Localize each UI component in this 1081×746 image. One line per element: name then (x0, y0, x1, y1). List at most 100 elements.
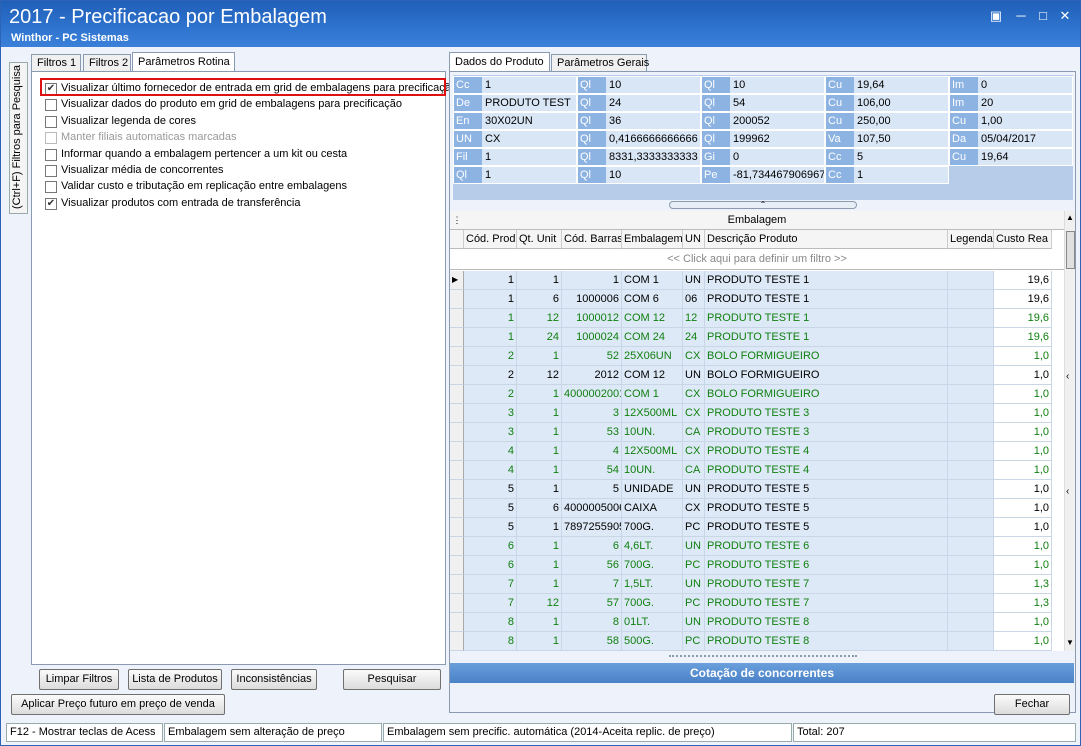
table-cell[interactable]: PRODUTO TESTE 7 (705, 575, 948, 594)
table-cell[interactable]: CX (683, 499, 705, 518)
table-cell[interactable]: PRODUTO TESTE 6 (705, 537, 948, 556)
table-cell[interactable]: COM 24 (622, 328, 683, 347)
table-cell[interactable] (948, 537, 994, 556)
table-cell[interactable]: 1,0 (994, 404, 1052, 423)
checkbox-box[interactable] (45, 132, 57, 145)
table-cell[interactable]: COM 1 (622, 271, 683, 290)
table-cell[interactable]: 1,0 (994, 499, 1052, 518)
table-cell[interactable] (948, 328, 994, 347)
table-cell[interactable]: 6 (464, 556, 517, 575)
table-row[interactable]: 8 1 8 01LT. UN PRODUTO TESTE 8 1,0 (450, 613, 1064, 632)
table-cell[interactable]: COM 12 (622, 309, 683, 328)
table-cell[interactable]: 12X500ML (622, 442, 683, 461)
table-cell[interactable]: 2012 (562, 366, 622, 385)
aplicar-preco-button[interactable]: Aplicar Preço futuro em preço de venda (11, 694, 225, 715)
table-cell[interactable]: PC (683, 632, 705, 651)
table-cell[interactable]: PRODUTO TESTE 1 (705, 309, 948, 328)
table-cell[interactable]: 1 (517, 404, 562, 423)
table-row[interactable]: 1 12 1000012 COM 12 12 PRODUTO TESTE 1 19,6 (450, 309, 1064, 328)
table-cell[interactable]: 1,5LT. (622, 575, 683, 594)
grid-vertical-scrollbar[interactable]: ▲ ▼ (1064, 211, 1075, 651)
table-cell[interactable]: UN (683, 271, 705, 290)
tab-parametros-rotina[interactable]: Parâmetros Rotina (132, 52, 235, 72)
splitter-bottom[interactable] (669, 655, 857, 660)
table-cell[interactable] (948, 632, 994, 651)
collapse-left-icon[interactable]: ‹ (1066, 371, 1069, 382)
table-row[interactable]: 4 1 4 12X500ML CX PRODUTO TESTE 4 1,0 (450, 442, 1064, 461)
close-icon[interactable]: ✕ (1057, 8, 1073, 24)
table-cell[interactable] (948, 347, 994, 366)
checkbox-box[interactable]: ✔ (45, 197, 57, 210)
table-cell[interactable]: 1,0 (994, 632, 1052, 651)
table-cell[interactable]: 1 (517, 385, 562, 404)
checkbox-box[interactable] (45, 148, 57, 161)
side-filter-tab[interactable]: (Ctrl+F) Filtros para Pesquisa (9, 62, 28, 214)
table-cell[interactable]: 1 (517, 613, 562, 632)
pesquisar-button[interactable]: Pesquisar (343, 669, 441, 690)
table-cell[interactable]: 1 (517, 480, 562, 499)
table-cell[interactable]: 2 (464, 366, 517, 385)
table-cell[interactable]: UN (683, 537, 705, 556)
table-cell[interactable]: UNIDADE (622, 480, 683, 499)
table-cell[interactable]: 5 (562, 480, 622, 499)
row-indicator[interactable] (450, 632, 464, 651)
table-cell[interactable]: PRODUTO TESTE 1 (705, 271, 948, 290)
table-cell[interactable]: 3 (562, 404, 622, 423)
table-cell[interactable]: 1 (517, 575, 562, 594)
table-cell[interactable]: 1,0 (994, 461, 1052, 480)
table-cell[interactable]: COM 6 (622, 290, 683, 309)
tab-filtros-2[interactable]: Filtros 2 (83, 54, 131, 72)
table-cell[interactable]: 1 (517, 442, 562, 461)
column-chooser-icon[interactable]: ⋮ (450, 211, 464, 230)
table-row[interactable]: 2 1 52 25X06UN CX BOLO FORMIGUEIRO 1,0 (450, 347, 1064, 366)
table-cell[interactable]: 52 (562, 347, 622, 366)
table-cell[interactable]: UN (683, 366, 705, 385)
table-cell[interactable]: CA (683, 461, 705, 480)
table-cell[interactable]: 8 (562, 613, 622, 632)
table-row[interactable]: 8 1 58 500G. PC PRODUTO TESTE 8 1,0 (450, 632, 1064, 651)
table-cell[interactable]: 1,0 (994, 366, 1052, 385)
table-cell[interactable]: PRODUTO TESTE 5 (705, 480, 948, 499)
table-cell[interactable]: 1 (464, 271, 517, 290)
table-cell[interactable]: 1,3 (994, 575, 1052, 594)
checkbox-box[interactable] (45, 165, 57, 177)
table-cell[interactable]: 12X500ML (622, 404, 683, 423)
table-cell[interactable]: PRODUTO TESTE 3 (705, 423, 948, 442)
table-cell[interactable]: 2 (464, 385, 517, 404)
column-header[interactable]: Custo Rea (994, 230, 1052, 249)
table-cell[interactable]: 19,6 (994, 328, 1052, 347)
row-indicator[interactable] (450, 442, 464, 461)
table-cell[interactable]: 7 (464, 575, 517, 594)
table-cell[interactable]: PC (683, 556, 705, 575)
row-indicator[interactable] (450, 537, 464, 556)
table-cell[interactable]: 6 (464, 537, 517, 556)
tab-parametros-gerais[interactable]: Parâmetros Gerais (551, 54, 649, 72)
table-cell[interactable]: PC (683, 594, 705, 613)
table-cell[interactable]: 12 (517, 366, 562, 385)
table-cell[interactable] (948, 442, 994, 461)
scroll-down-icon[interactable]: ▼ (1065, 638, 1075, 647)
table-cell[interactable]: UN (683, 480, 705, 499)
table-row[interactable]: 7 12 57 700G. PC PRODUTO TESTE 7 1,3 (450, 594, 1064, 613)
table-cell[interactable]: UN (683, 613, 705, 632)
table-cell[interactable]: 1 (517, 632, 562, 651)
table-cell[interactable]: 54 (562, 461, 622, 480)
table-cell[interactable]: PRODUTO TESTE 1 (705, 328, 948, 347)
table-cell[interactable]: 3 (464, 423, 517, 442)
table-cell[interactable] (948, 518, 994, 537)
checkbox-box[interactable] (45, 181, 57, 194)
table-row[interactable]: 7 1 7 1,5LT. UN PRODUTO TESTE 7 1,3 (450, 575, 1064, 594)
checkbox-box[interactable] (45, 99, 57, 112)
table-cell[interactable]: BOLO FORMIGUEIRO (705, 366, 948, 385)
table-row[interactable]: 2 12 2012 COM 12 UN BOLO FORMIGUEIRO 1,0 (450, 366, 1064, 385)
table-cell[interactable] (948, 461, 994, 480)
limpar-filtros-button[interactable]: Limpar Filtros (39, 669, 119, 690)
table-cell[interactable]: 4 (464, 442, 517, 461)
table-cell[interactable]: 1,0 (994, 347, 1052, 366)
column-header[interactable]: Cód. Barras (562, 230, 622, 249)
checkbox-box[interactable] (45, 115, 57, 128)
table-cell[interactable]: BOLO FORMIGUEIRO (705, 385, 948, 404)
table-cell[interactable]: 5 (464, 480, 517, 499)
table-cell[interactable]: 57 (562, 594, 622, 613)
table-cell[interactable]: 5 (464, 518, 517, 537)
